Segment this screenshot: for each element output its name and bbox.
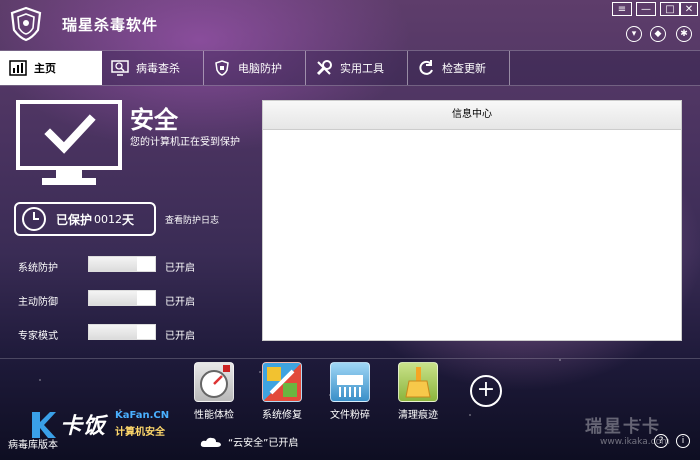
tab-check-update[interactable]: 检查更新 xyxy=(408,51,510,85)
repair-icon xyxy=(262,362,302,402)
monitor-search-icon xyxy=(110,58,130,78)
protect-days: 0012 xyxy=(94,212,123,226)
setting-state: 已开启 xyxy=(165,331,195,342)
info-center-panel[interactable]: 信息中心 xyxy=(262,100,682,341)
tool-label: 文件粉碎 xyxy=(330,410,370,421)
tab-label: 主页 xyxy=(34,62,56,75)
status-title: 安全 xyxy=(130,106,178,134)
tab-pc-protection[interactable]: 电脑防护 xyxy=(204,51,306,85)
settings-dropdown-icon[interactable]: ▾ xyxy=(626,26,642,42)
virus-db-version-label: 病毒库版本 xyxy=(8,440,58,451)
maximize-button[interactable]: □ xyxy=(660,2,680,16)
close-button[interactable]: ✕ xyxy=(680,2,698,16)
tool-label: 清理痕迹 xyxy=(398,410,438,421)
setting-state: 已开启 xyxy=(165,263,195,274)
cloud-security-status[interactable]: “云安全”已开启 xyxy=(200,434,298,449)
tab-label: 电脑防护 xyxy=(238,62,282,75)
kafan-subtitle: 计算机安全 xyxy=(115,427,165,438)
tab-label: 实用工具 xyxy=(340,62,384,75)
shield-icon xyxy=(212,58,232,78)
main-tabs: 主页 病毒查杀 电脑防护 实用工具 检查更新 xyxy=(0,50,700,86)
clock-icon xyxy=(22,207,46,231)
shredder-icon xyxy=(330,362,370,402)
gear-icon[interactable]: ✱ xyxy=(676,26,692,42)
view-protection-log-link[interactable]: 查看防护日志 xyxy=(165,213,219,226)
setting-label: 专家模式 xyxy=(18,331,58,342)
gauge-icon xyxy=(194,362,234,402)
watermark-text: 瑞星卡卡 xyxy=(585,417,661,437)
setting-row-active-defense: 主动防御 已开启 xyxy=(18,290,218,308)
menu-button[interactable]: ≡ xyxy=(612,2,632,16)
app-title: 瑞星杀毒软件 xyxy=(62,16,159,34)
broom-icon xyxy=(398,362,438,402)
active-defense-toggle[interactable] xyxy=(88,290,156,306)
tool-clean-traces[interactable]: 清理痕迹 xyxy=(386,362,450,421)
tab-virus-scan[interactable]: 病毒查杀 xyxy=(102,51,204,85)
tool-performance-check[interactable]: 性能体检 xyxy=(182,362,246,421)
tool-system-repair[interactable]: 系统修复 xyxy=(250,362,314,421)
cloud-icon xyxy=(200,437,221,447)
refresh-icon xyxy=(416,58,436,78)
add-tool-button[interactable]: + xyxy=(470,375,502,407)
monitor-check-icon xyxy=(16,100,122,185)
setting-row-system-protection: 系统防护 已开启 xyxy=(18,256,218,274)
kafan-site: KaFan.CN xyxy=(115,410,170,421)
setting-label: 主动防御 xyxy=(18,297,58,308)
tab-label: 检查更新 xyxy=(442,62,486,75)
tab-label: 病毒查杀 xyxy=(136,62,180,75)
protect-label: 已保护 xyxy=(56,212,93,227)
kafan-title: 卡饭 xyxy=(60,414,107,439)
status-description: 您的计算机正在受到保护 xyxy=(130,137,240,148)
tab-tools[interactable]: 实用工具 xyxy=(306,51,408,85)
cloud-status-text: “云安全”已开启 xyxy=(228,438,299,449)
tab-home[interactable]: 主页 xyxy=(0,51,102,85)
info-center-title: 信息中心 xyxy=(263,101,681,130)
tools-divider xyxy=(0,358,700,359)
system-protection-toggle[interactable] xyxy=(88,256,156,272)
protect-unit: 天 xyxy=(122,212,135,227)
protection-days-box: 已保护 0012 天 xyxy=(14,202,156,236)
skin-icon[interactable]: ◆ xyxy=(650,26,666,42)
tool-label: 性能体检 xyxy=(194,410,234,421)
main-window: 瑞星杀毒软件 ≡ — □ ✕ ▾ ◆ ✱ 主页 病毒查杀 电脑防护 实用工具 检… xyxy=(0,0,700,460)
expert-mode-toggle[interactable] xyxy=(88,324,156,340)
wrench-icon xyxy=(314,58,334,78)
help-icon[interactable]: ? xyxy=(654,434,668,448)
info-icon[interactable]: i xyxy=(676,434,690,448)
setting-row-expert-mode: 专家模式 已开启 xyxy=(18,324,218,342)
minimize-button[interactable]: — xyxy=(636,2,656,16)
tool-file-shredder[interactable]: 文件粉碎 xyxy=(318,362,382,421)
setting-state: 已开启 xyxy=(165,297,195,308)
rising-shield-logo-icon xyxy=(10,6,42,42)
setting-label: 系统防护 xyxy=(18,263,58,274)
bar-chart-icon xyxy=(8,58,28,78)
tool-label: 系统修复 xyxy=(262,410,302,421)
